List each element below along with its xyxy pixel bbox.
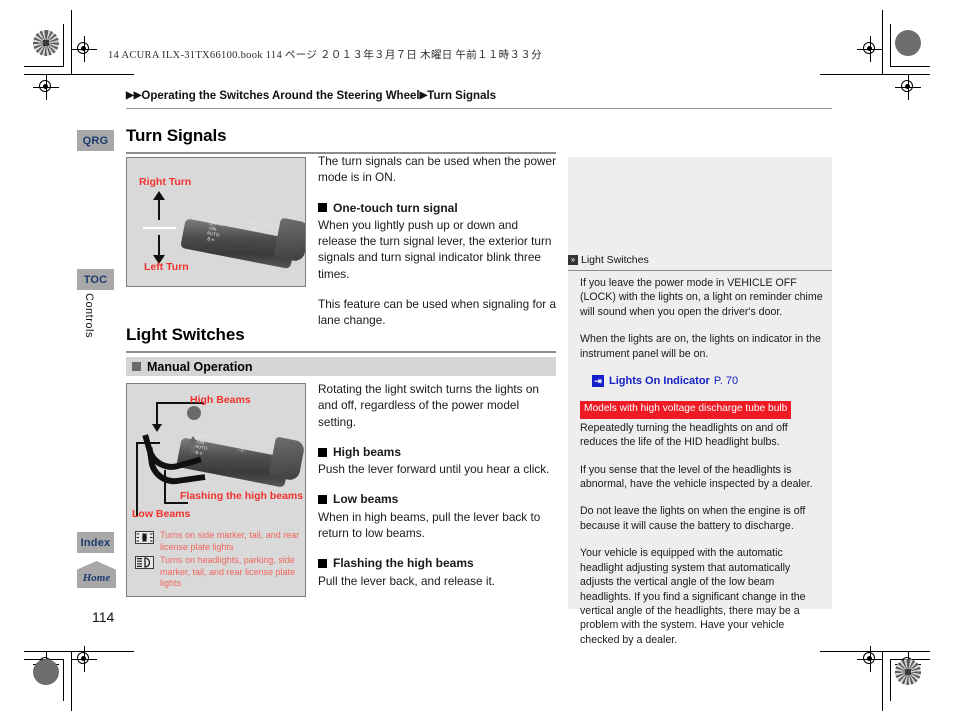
light-switches-text-column: Rotating the light switch turns the ligh… xyxy=(318,381,558,589)
flashing-high-beams-body: Pull the lever back, and release it. xyxy=(318,573,496,588)
page-title-light-switches: Light Switches xyxy=(126,325,245,344)
arrow-shaft-down xyxy=(158,235,160,257)
header-divider xyxy=(126,108,832,109)
one-touch-body-2: This feature can be used when signaling … xyxy=(318,297,557,328)
breadcrumb: ▶▶Operating the Switches Around the Stee… xyxy=(126,90,496,102)
crop-line xyxy=(24,66,64,67)
lever-rotate-arrow-icon xyxy=(187,406,201,420)
status-badge-hid-models: Models with high voltage discharge tube … xyxy=(580,401,792,419)
light-switches-intro: Rotating the light switch turns the ligh… xyxy=(318,382,539,429)
label-high-beams: High Beams xyxy=(190,394,251,406)
registration-crosshair-icon xyxy=(857,646,883,672)
subheading-high-beams: High beams xyxy=(318,444,558,460)
breadcrumb-arrow-icon: ▶ xyxy=(126,90,134,101)
note-marker-icon: » xyxy=(568,255,578,265)
note-paragraph-6: Your vehicle is equipped with the automa… xyxy=(580,547,806,646)
curved-arrow-down xyxy=(146,440,206,488)
registration-disc-icon xyxy=(895,30,921,56)
title-divider xyxy=(126,351,556,353)
light-switch-illustration: OFF ·ON· AUTO· ·B·≡ ⟨⊃⟨⊃ ⌐⊙ · High Beams Fla… xyxy=(126,383,306,597)
note-paragraph-4: If you sense that the level of the headl… xyxy=(580,463,813,491)
cross-reference-link[interactable]: ⇥ Lights On Indicator P. 70 xyxy=(592,374,824,388)
home-button[interactable]: Home xyxy=(77,561,116,588)
registration-crosshair-icon xyxy=(895,74,921,100)
side-note-body: If you leave the power mode in VEHICLE O… xyxy=(580,276,824,647)
registration-crosshair-icon xyxy=(71,36,97,62)
center-tick xyxy=(143,227,176,229)
registration-crosshair-icon xyxy=(857,36,883,62)
bullet-square-icon xyxy=(318,559,327,569)
headlights-icon xyxy=(135,556,154,569)
print-job-header: 14 ACURA ILX-31TX66100.book 114 ページ ２０１３… xyxy=(108,50,542,61)
legend-row-headlights: Turns on headlights, parking, side marke… xyxy=(135,555,300,590)
side-note-title: Light Switches xyxy=(581,254,649,266)
manual-operation-label: Manual Operation xyxy=(147,359,253,374)
note-paragraph-2: When the lights are on, the lights on in… xyxy=(580,333,821,360)
turn-signals-text-column: The turn signals can be used when the po… xyxy=(318,153,558,343)
link-arrow-icon: ⇥ xyxy=(592,375,604,388)
sidebar-tab-qrg[interactable]: QRG xyxy=(77,130,114,151)
label-left-turn: Left Turn xyxy=(144,261,189,273)
low-beams-body: When in high beams, pull the lever back … xyxy=(318,509,541,541)
subheading-manual-operation: Manual Operation xyxy=(126,357,556,376)
note-paragraph-1: If you leave the power mode in VEHICLE O… xyxy=(580,277,823,318)
label-right-turn: Right Turn xyxy=(139,176,192,188)
subheading-one-touch-turn-signal: One-touch turn signal xyxy=(318,200,558,216)
callout-line-low-beams-h xyxy=(136,442,160,444)
bullet-square-icon xyxy=(318,495,327,505)
legend-text-headlights: Turns on headlights, parking, side marke… xyxy=(160,555,296,588)
turn-signals-intro: The turn signals can be used when the po… xyxy=(318,154,557,185)
crop-line xyxy=(63,24,64,66)
high-beams-body: Push the lever forward until you hear a … xyxy=(318,462,550,477)
subheading-flashing-high-beams: Flashing the high beams xyxy=(318,555,558,571)
callout-line-flash-v xyxy=(164,470,166,504)
breadcrumb-part-2: Turn Signals xyxy=(427,90,497,102)
legend-row-side-marker: Turns on side marker, tail, and rear lic… xyxy=(135,530,300,553)
registration-disc-icon xyxy=(33,659,59,685)
bullet-square-icon xyxy=(132,362,141,371)
subheading-label: Low beams xyxy=(333,492,399,507)
registration-crosshair-icon xyxy=(71,646,97,672)
sidebar-tab-toc[interactable]: TOC xyxy=(77,269,114,290)
note-red-banner-block: Models with high voltage discharge tube … xyxy=(580,401,824,449)
side-note-header: » Light Switches xyxy=(568,254,832,266)
breadcrumb-part-1: Operating the Switches Around the Steeri… xyxy=(141,90,420,102)
label-flashing-high-beams: Flashing the high beams xyxy=(180,490,304,502)
registration-rosette-icon xyxy=(895,659,921,685)
page-number: 114 xyxy=(92,609,115,625)
one-touch-body: When you lightly push up or down and rel… xyxy=(318,217,552,281)
turn-signal-illustration: OFF·— ·ON· AUTO· ·B·≡ OFF· ⟨⊃⟨⊃ ⌐⊙ · — Right… xyxy=(126,157,306,287)
arrow-shaft-up xyxy=(158,198,160,220)
crop-line xyxy=(890,659,891,701)
registration-crosshair-icon xyxy=(33,74,59,100)
link-page-ref: P. 70 xyxy=(713,375,739,388)
registration-rosette-icon xyxy=(33,30,59,56)
arrow-head-up-icon xyxy=(153,191,165,200)
subheading-label: High beams xyxy=(333,444,402,459)
subheading-low-beams: Low beams xyxy=(318,491,558,507)
link-label: Lights On Indicator xyxy=(609,375,710,388)
subheading-label: Flashing the high beams xyxy=(333,556,474,571)
note-paragraph-5: Do not leave the lights on when the engi… xyxy=(580,505,806,532)
callout-line-flash-h xyxy=(164,502,188,504)
home-button-label: Home xyxy=(82,572,111,584)
label-low-beams: Low Beams xyxy=(132,508,191,520)
note-paragraph-3: Repeatedly turning the headlights on and… xyxy=(580,421,788,449)
legend-text-side-marker: Turns on side marker, tail, and rear lic… xyxy=(160,530,300,552)
section-label-controls: Controls xyxy=(83,293,95,338)
subheading-label: One-touch turn signal xyxy=(333,200,458,215)
side-marker-lights-icon xyxy=(135,531,154,544)
page-title-turn-signals: Turn Signals xyxy=(126,126,227,145)
sidebar-tab-index[interactable]: Index xyxy=(77,532,114,553)
callout-line-low-beams xyxy=(136,442,138,516)
crop-line xyxy=(890,66,930,67)
callout-line-high-beams-v xyxy=(156,402,158,426)
side-note-divider xyxy=(568,270,832,271)
crop-line xyxy=(890,24,891,66)
crop-line xyxy=(63,659,64,701)
bullet-square-icon xyxy=(318,447,327,457)
bullet-square-icon xyxy=(318,203,327,213)
